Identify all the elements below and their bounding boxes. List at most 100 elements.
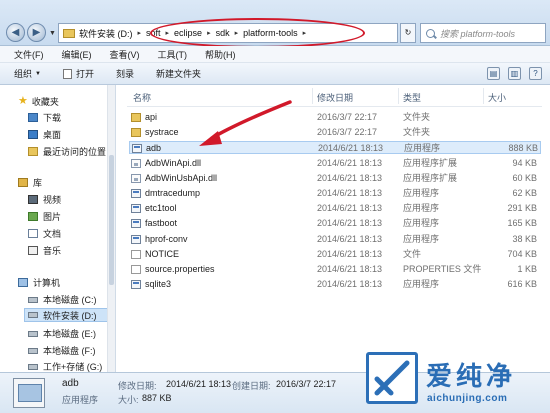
address-bar: ◀ ▶ ▼ 软件安装 (D:) ▸ soft ▸ eclipse ▸ sdk ▸ pla… — [0, 0, 550, 48]
highlight-oval — [150, 18, 365, 48]
file-row[interactable]: AdbWinUsbApi.dll 2014/6/21 18:13 应用程序扩展 60 … — [129, 172, 541, 185]
nav-recent-places[interactable]: 最近访问的位置 — [28, 145, 106, 158]
back-button[interactable]: ◀ — [6, 23, 25, 42]
file-row[interactable]: source.properties 2014/6/21 18:13 PROPERTI… — [129, 263, 541, 276]
refresh-button[interactable]: ↻ — [400, 23, 416, 43]
menu-edit[interactable]: 编辑(E) — [62, 48, 92, 61]
file-row[interactable]: api 2016/3/7 22:17 文件夹 — [129, 111, 541, 124]
file-name: fastboot — [145, 218, 178, 229]
file-name: hprof-conv — [145, 233, 188, 244]
file-name: adb — [146, 143, 162, 154]
folder-icon — [63, 28, 75, 38]
column-header-type[interactable]: 类型 — [403, 91, 421, 104]
drive-icon — [28, 296, 38, 303]
help-icon[interactable]: ? — [529, 67, 542, 80]
file-date: 2014/6/21 18:13 — [318, 143, 384, 154]
organize-button[interactable]: 组织 ▼ — [14, 67, 41, 80]
breadcrumb-item-drive[interactable]: 软件安装 (D:) ▸ — [79, 27, 146, 40]
header-divider — [127, 106, 542, 107]
file-row[interactable]: fastboot 2014/6/21 18:13 应用程序 165 KB — [129, 217, 541, 230]
scroll-thumb[interactable] — [109, 155, 114, 285]
nav-pictures[interactable]: 图片 — [28, 210, 61, 223]
folder-icon — [131, 128, 141, 138]
menu-view[interactable]: 查看(V) — [110, 48, 140, 61]
menu-help[interactable]: 帮助(H) — [205, 48, 236, 61]
file-row[interactable]: NOTICE 2014/6/21 18:13 文件 704 KB — [129, 248, 541, 261]
exe-icon — [132, 144, 142, 154]
view-options-icon[interactable]: ▤ — [487, 67, 500, 80]
forward-button[interactable]: ▶ — [27, 23, 46, 42]
nav-videos[interactable]: 视频 — [28, 193, 61, 206]
library-icon — [18, 178, 28, 187]
file-type: 应用程序扩展 — [403, 172, 458, 183]
watermark-text: 爱纯净 — [426, 362, 517, 392]
nav-documents[interactable]: 文档 — [28, 227, 61, 240]
menu-tools[interactable]: 工具(T) — [158, 48, 188, 61]
column-header-date[interactable]: 修改日期 — [317, 91, 353, 104]
details-modified-value: 2014/6/21 18:13 — [166, 379, 232, 389]
file-icon — [131, 249, 141, 259]
nav-scrollbar[interactable] — [107, 85, 115, 372]
menu-file[interactable]: 文件(F) — [14, 48, 44, 61]
details-created-value: 2016/3/7 22:17 — [276, 379, 337, 389]
chevron-right-icon[interactable]: ▸ — [138, 29, 142, 37]
nav-downloads[interactable]: 下载 — [28, 111, 61, 124]
file-size: 704 KB — [507, 248, 537, 259]
music-icon — [28, 246, 38, 255]
nav-drive-g[interactable]: 工作+存储 (G:) — [28, 360, 102, 372]
file-row[interactable]: AdbWinApi.dll 2014/6/21 18:13 应用程序扩展 94 KB — [129, 157, 541, 170]
downloads-icon — [28, 113, 38, 122]
column-divider[interactable] — [312, 88, 313, 104]
file-date: 2014/6/21 18:13 — [317, 248, 383, 259]
application-icon — [13, 378, 45, 408]
navigation-pane: ★ 收藏夹 下载 桌面 最近访问的位置 库 视频 图片 文档 音乐 计算机 本地磁… — [0, 85, 116, 372]
nav-drive-d[interactable]: 软件安装 (D:) — [24, 308, 108, 322]
menu-bar: 文件(F) 编辑(E) 查看(V) 工具(T) 帮助(H) — [0, 46, 550, 63]
watermark-logo — [366, 352, 418, 404]
nav-computer[interactable]: 计算机 — [18, 276, 60, 289]
file-date: 2014/6/21 18:13 — [317, 279, 383, 290]
burn-button[interactable]: 刻录 — [116, 67, 134, 80]
preview-pane-icon[interactable]: ▥ — [508, 67, 521, 80]
recent-pages-dropdown[interactable]: ▼ — [49, 30, 56, 37]
search-placeholder: 搜索 platform-tools — [440, 28, 516, 39]
new-folder-button[interactable]: 新建文件夹 — [156, 67, 201, 80]
column-header-size[interactable]: 大小 — [488, 91, 506, 104]
nav-drive-f[interactable]: 本地磁盘 (F:) — [28, 344, 96, 357]
file-row[interactable]: adb 2014/6/21 18:13 应用程序 888 KB — [129, 141, 541, 155]
nav-desktop[interactable]: 桌面 — [28, 128, 61, 141]
nav-drive-c[interactable]: 本地磁盘 (C:) — [28, 293, 97, 306]
column-header-name[interactable]: 名称 — [133, 91, 151, 104]
column-divider[interactable] — [483, 88, 484, 104]
open-button[interactable]: 打开 — [62, 67, 94, 80]
nav-favorites[interactable]: ★ 收藏夹 — [18, 95, 59, 108]
nav-music[interactable]: 音乐 — [28, 244, 61, 257]
file-date: 2016/3/7 22:17 — [317, 127, 378, 138]
file-type: PROPERTIES 文件 — [403, 264, 482, 274]
file-row[interactable]: hprof-conv 2014/6/21 18:13 应用程序 38 KB — [129, 233, 541, 246]
picture-icon — [28, 212, 38, 221]
file-row[interactable]: dmtracedump 2014/6/21 18:13 应用程序 62 KB — [129, 187, 541, 200]
nav-drive-e[interactable]: 本地磁盘 (E:) — [28, 327, 96, 340]
nav-libraries[interactable]: 库 — [18, 176, 42, 189]
drive-icon — [28, 363, 38, 370]
search-input[interactable]: 搜索 platform-tools — [420, 23, 546, 43]
file-row[interactable]: etc1tool 2014/6/21 18:13 应用程序 291 KB — [129, 202, 541, 215]
file-row[interactable]: systrace 2016/3/7 22:17 文件夹 — [129, 126, 541, 139]
file-row[interactable]: sqlite3 2014/6/21 18:13 应用程序 616 KB — [129, 278, 541, 291]
file-type: 文件夹 — [403, 112, 431, 122]
details-size-label: 大小: — [118, 395, 139, 405]
chevron-down-icon: ▼ — [35, 70, 41, 77]
file-list: 名称 修改日期 类型 大小 api 2016/3/7 22:17 文件夹 systra… — [117, 85, 550, 372]
drive-icon — [28, 330, 38, 337]
column-divider[interactable] — [398, 88, 399, 104]
file-size: 616 KB — [507, 279, 537, 290]
file-size: 94 KB — [512, 157, 537, 168]
dll-icon — [131, 173, 141, 183]
file-size: 888 KB — [508, 143, 538, 154]
file-date: 2014/6/21 18:13 — [317, 203, 383, 214]
file-name: sqlite3 — [145, 279, 172, 290]
file-size: 1 KB — [517, 264, 537, 274]
document-icon — [28, 229, 38, 238]
file-type: 文件夹 — [403, 127, 431, 138]
